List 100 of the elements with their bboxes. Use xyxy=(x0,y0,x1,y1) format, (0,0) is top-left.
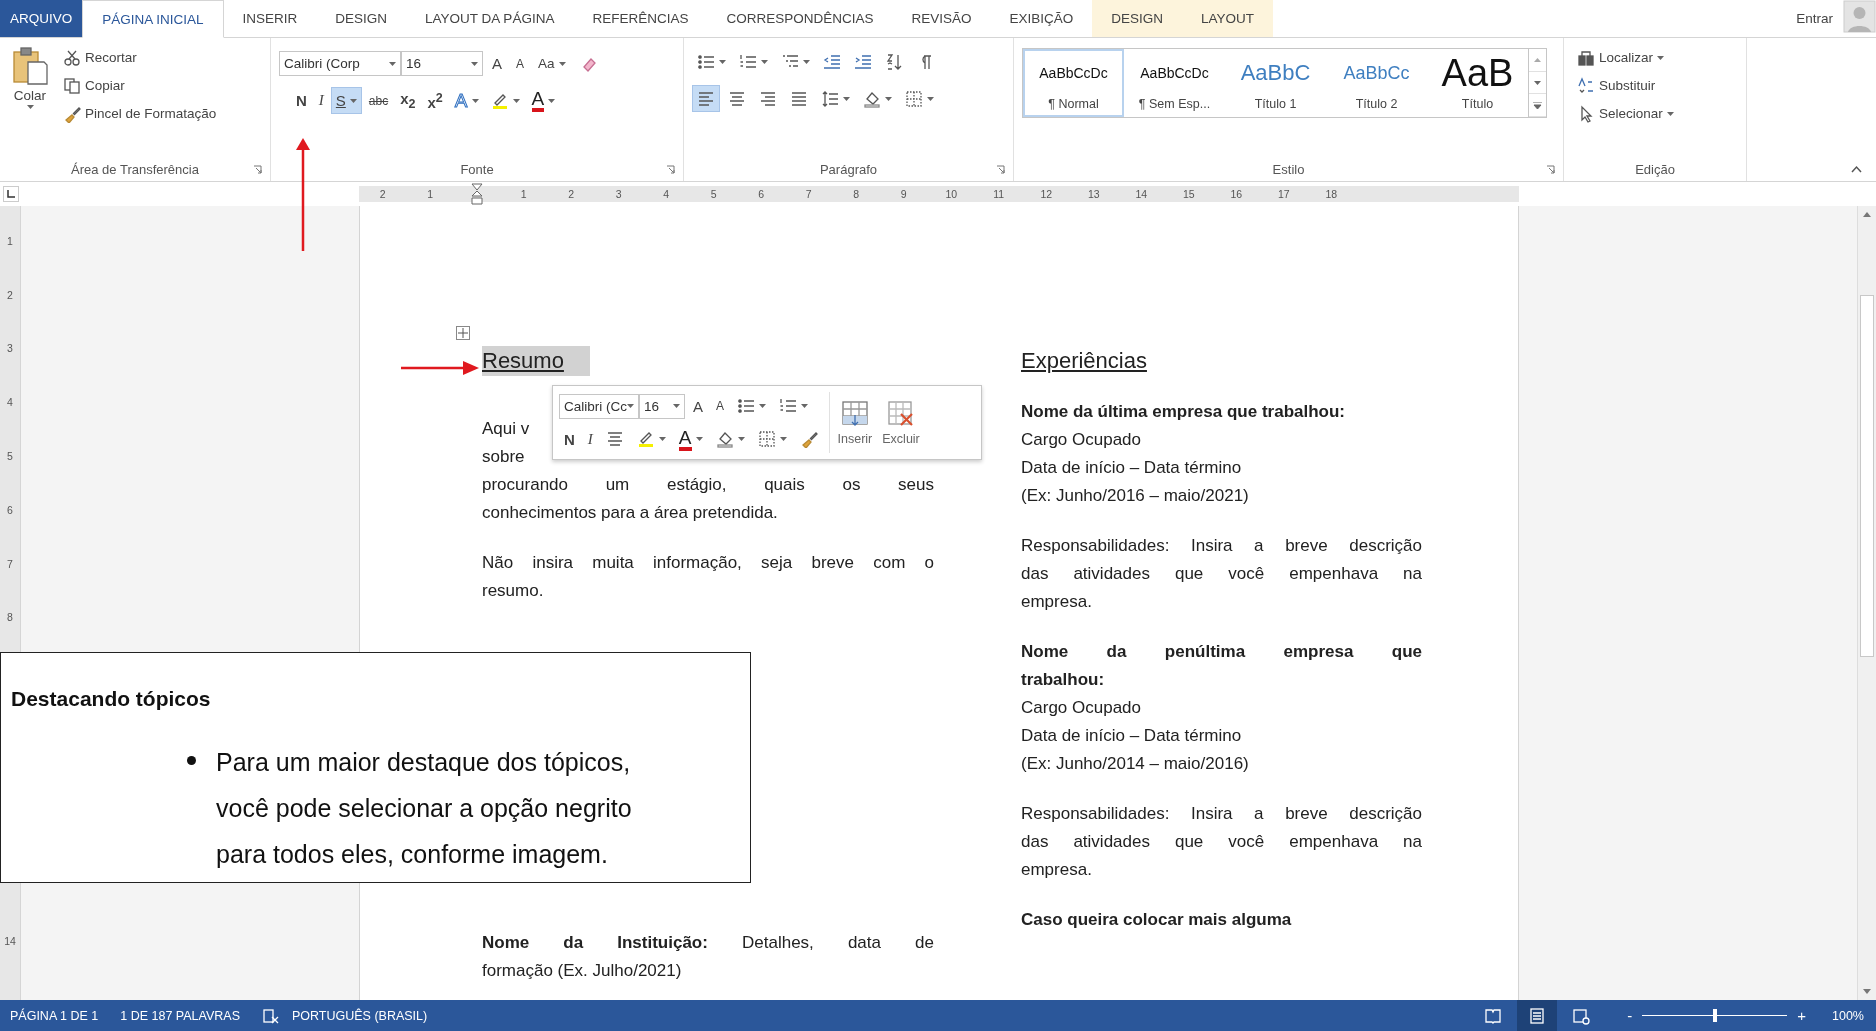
font-size-dropdown[interactable]: 16 xyxy=(401,51,483,76)
zoom-thumb[interactable] xyxy=(1712,1009,1717,1022)
ribbon-tab[interactable]: DESIGN xyxy=(1092,0,1183,37)
dialog-launcher-icon[interactable] xyxy=(666,165,675,174)
editing-button[interactable]: Localizar xyxy=(1572,44,1679,71)
dialog-launcher-icon[interactable] xyxy=(1546,165,1555,174)
group-label: Parágrafo xyxy=(819,161,878,177)
numbered-list-icon xyxy=(739,52,757,71)
grow-font-button[interactable]: A xyxy=(487,50,507,77)
callout-text: Para um maior destaque dos tópicos, você pode selecionar a opção negrito para todos eles, conforme imagem. xyxy=(216,747,632,870)
document-paragraph: Data de início – Data término xyxy=(1021,457,1243,479)
line-spacing-icon xyxy=(821,89,839,108)
page-count[interactable]: PÁGINA 1 DE 1 xyxy=(10,1008,99,1023)
zoom-out-button[interactable]: - xyxy=(1623,1007,1637,1024)
scroll-down-icon[interactable] xyxy=(1863,989,1871,994)
paint-bucket-icon xyxy=(715,430,734,448)
word-count[interactable]: 1 DE 187 PALAVRAS xyxy=(120,1008,240,1023)
caret-icon xyxy=(695,437,703,441)
section-heading: Experiências xyxy=(1021,347,1147,375)
group-label: Área de Transferência xyxy=(71,161,199,177)
font-color-button[interactable]: A xyxy=(673,425,708,453)
paste-icon xyxy=(12,46,48,86)
style-tile[interactable]: AaBbCcDc ¶ Normal xyxy=(1023,49,1124,117)
section-heading: Resumo xyxy=(482,346,590,376)
editing-button[interactable]: Selecionar xyxy=(1572,100,1679,127)
format-button[interactable]: N xyxy=(291,87,312,114)
delete-table-button[interactable]: Excluir xyxy=(880,399,922,446)
paragraph-button[interactable] xyxy=(692,85,720,112)
format-button[interactable]: x$^{2}$ xyxy=(422,87,448,114)
ribbon-tab[interactable]: PÁGINA INICIAL xyxy=(82,0,224,38)
zoom-in-button[interactable]: + xyxy=(1793,1007,1810,1024)
shrink-font-button[interactable]: A xyxy=(511,50,530,77)
callout-title: Destacando tópicos xyxy=(11,687,212,711)
shrink-font-button[interactable]: A xyxy=(711,392,730,420)
caret-icon xyxy=(801,404,809,408)
clipboard-button[interactable]: Copiar xyxy=(58,72,222,99)
indent-marker-icon[interactable] xyxy=(471,183,483,205)
copy-icon xyxy=(63,76,81,95)
caret-icon xyxy=(843,96,850,101)
scrollbar-thumb[interactable] xyxy=(1860,295,1874,657)
justify-icon xyxy=(790,89,808,108)
document-paragraph: Nome da última empresa que trabalhou: xyxy=(1021,401,1346,423)
view-button[interactable] xyxy=(1517,1000,1558,1031)
caret-icon xyxy=(349,98,357,103)
document-paragraph: (Ex: Junho/2016 – maio/2021) xyxy=(1021,485,1250,507)
vertical-scrollbar[interactable] xyxy=(1857,206,1876,1000)
replace-icon xyxy=(1577,76,1595,95)
font-color-button[interactable]: A xyxy=(526,87,561,114)
document-paragraph: Não insira muita informação, seja breve com o resumo. xyxy=(482,552,934,602)
ruler-number: 6 xyxy=(757,188,766,200)
move-handle-icon[interactable] xyxy=(456,326,470,340)
document-paragraph: Cargo Ocupado xyxy=(1021,697,1143,719)
collapse-ribbon-icon[interactable] xyxy=(1851,165,1862,173)
page-icon xyxy=(1528,1006,1547,1025)
table-delete-icon xyxy=(887,399,915,428)
font-name-dropdown[interactable]: Calibri (Cc xyxy=(559,393,639,419)
caret-icon xyxy=(658,437,666,441)
bold-button[interactable]: N xyxy=(559,425,580,453)
increase-indent-icon xyxy=(854,52,872,71)
format-button[interactable]: S xyxy=(330,87,362,114)
grow-font-button[interactable]: A xyxy=(688,392,708,420)
sign-in-link[interactable]: Entrar xyxy=(1796,0,1843,37)
borders-icon xyxy=(757,430,776,448)
editing-button[interactable]: Substituir xyxy=(1572,72,1679,99)
clipboard-button[interactable]: Pincel de Formatação xyxy=(58,100,222,127)
bullet-list-icon xyxy=(737,397,756,415)
more-styles-icon[interactable] xyxy=(1533,101,1542,109)
paste-button[interactable]: Colar xyxy=(8,44,52,157)
italic-button[interactable]: I xyxy=(582,425,598,453)
ruler-number: 2 xyxy=(378,188,387,200)
language-status[interactable]: PORTUGUÊS (BRASIL) xyxy=(292,1008,428,1023)
numbered-list-icon xyxy=(779,397,798,415)
document-paragraph: Nome da penúltima empresa que trabalhou: xyxy=(1021,641,1422,691)
ruler-number: 14 xyxy=(4,934,16,950)
table-insert-icon xyxy=(840,399,869,428)
format-button[interactable]: abc xyxy=(363,87,394,114)
ribbon-tab[interactable]: LAYOUT xyxy=(1182,0,1274,37)
caret-icon xyxy=(471,98,479,103)
caret-icon xyxy=(779,437,787,441)
ruler-number: 3 xyxy=(7,341,13,357)
ruler-number: 8 xyxy=(852,188,861,200)
caret-icon xyxy=(1657,55,1665,60)
insert-table-button[interactable]: Inserir xyxy=(835,399,875,446)
tab-selector-icon[interactable] xyxy=(3,186,19,202)
font-name-dropdown[interactable]: Calibri (Corp xyxy=(279,51,401,76)
scroll-up-icon[interactable] xyxy=(1863,212,1871,217)
change-case-button[interactable]: Aa xyxy=(533,50,571,77)
zoom-level[interactable]: 100% xyxy=(1832,1008,1876,1023)
clipboard-button[interactable]: Recortar xyxy=(58,44,222,71)
format-button[interactable]: I xyxy=(313,87,329,114)
format-button[interactable]: x$_{2}$ xyxy=(395,87,421,114)
group-label: Fonte xyxy=(460,161,494,177)
ruler-number: 1 xyxy=(7,233,13,249)
sort-icon xyxy=(885,52,903,71)
font-size-dropdown[interactable]: 16 xyxy=(639,393,685,419)
ribbon-tab[interactable]: ARQUIVO xyxy=(0,0,83,37)
scroll-up-icon[interactable] xyxy=(1534,57,1541,62)
group-label: Edição xyxy=(1635,161,1675,177)
dialog-launcher-icon[interactable] xyxy=(253,165,262,174)
dialog-launcher-icon[interactable] xyxy=(996,165,1005,174)
